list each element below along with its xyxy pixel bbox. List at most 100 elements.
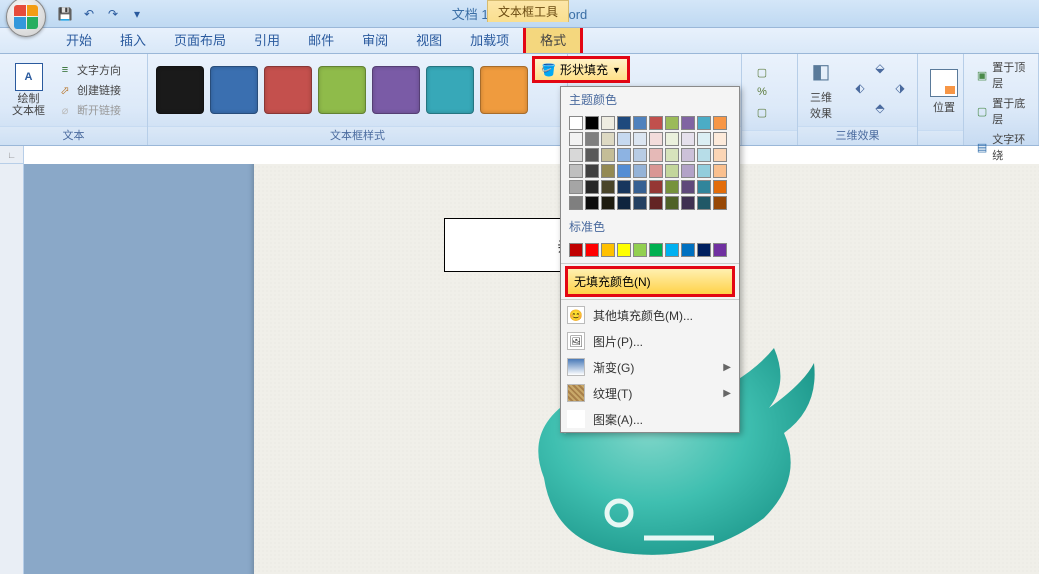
style-swatch[interactable] [426,66,474,114]
theme-color-swatch[interactable] [681,196,695,210]
theme-color-swatch[interactable] [585,116,599,130]
pattern-fill-item[interactable]: 图案(A)... [561,406,739,432]
theme-color-swatch[interactable] [617,180,631,194]
tilt-right-icon[interactable]: ⬗ [891,81,909,99]
save-icon[interactable]: 💾 [56,5,74,23]
theme-color-swatch[interactable] [601,164,615,178]
theme-color-swatch[interactable] [617,196,631,210]
theme-color-swatch[interactable] [601,180,615,194]
standard-color-swatch[interactable] [697,243,711,257]
3d-tilt-pad[interactable]: ⬙ ⬖ ⬗ ⬘ [851,61,909,119]
theme-color-swatch[interactable] [633,116,647,130]
standard-color-swatch[interactable] [569,243,583,257]
theme-color-swatch[interactable] [665,180,679,194]
tab-home[interactable]: 开始 [52,26,106,53]
theme-color-swatch[interactable] [585,148,599,162]
theme-color-swatch[interactable] [697,180,711,194]
position-button[interactable]: 位置 [926,69,962,115]
theme-color-swatch[interactable] [601,132,615,146]
standard-color-swatch[interactable] [681,243,695,257]
style-swatch[interactable] [156,66,204,114]
theme-color-swatch[interactable] [697,132,711,146]
theme-color-swatch[interactable] [665,116,679,130]
more-colors-item[interactable]: 😊 其他填充颜色(M)... [561,302,739,328]
theme-color-swatch[interactable] [617,132,631,146]
send-back-button[interactable]: ▢置于底层 [972,94,1030,128]
tab-format[interactable]: 格式 [523,25,583,53]
standard-color-swatch[interactable] [649,243,663,257]
redo-icon[interactable]: ↷ [104,5,122,23]
tab-references[interactable]: 引用 [240,26,294,53]
tab-view[interactable]: 视图 [402,26,456,53]
bring-front-button[interactable]: ▣置于顶层 [972,58,1030,92]
theme-color-swatch[interactable] [713,180,727,194]
theme-color-swatch[interactable] [649,196,663,210]
theme-color-swatch[interactable] [601,148,615,162]
tilt-up-icon[interactable]: ⬙ [871,61,889,79]
shadow-up-button[interactable]: ▢ [750,63,774,81]
undo-icon[interactable]: ↶ [80,5,98,23]
style-swatch[interactable] [372,66,420,114]
standard-color-swatch[interactable] [633,243,647,257]
standard-color-swatch[interactable] [601,243,615,257]
theme-color-swatch[interactable] [569,196,583,210]
shape-fill-button[interactable]: 🪣 形状填充 ▼ [532,56,630,83]
vertical-ruler[interactable] [0,164,24,574]
qat-dropdown-icon[interactable]: ▾ [128,5,146,23]
gradient-fill-item[interactable]: 渐变(G) ▶ [561,354,739,380]
theme-color-swatch[interactable] [713,148,727,162]
theme-color-swatch[interactable] [649,148,663,162]
theme-color-swatch[interactable] [569,132,583,146]
tilt-left-icon[interactable]: ⬖ [851,81,869,99]
theme-color-swatch[interactable] [649,180,663,194]
theme-color-swatch[interactable] [585,196,599,210]
standard-color-swatch[interactable] [617,243,631,257]
tab-insert[interactable]: 插入 [106,26,160,53]
text-direction-button[interactable]: ≡文字方向 [53,61,125,79]
theme-color-swatch[interactable] [649,132,663,146]
3d-effect-button[interactable]: ◧ 三维效果 [806,59,845,121]
theme-color-swatch[interactable] [601,196,615,210]
theme-color-swatch[interactable] [569,164,583,178]
shadow-mid-button[interactable]: % [750,83,774,101]
standard-color-swatch[interactable] [713,243,727,257]
theme-color-swatch[interactable] [697,164,711,178]
theme-color-swatch[interactable] [585,132,599,146]
theme-color-swatch[interactable] [585,180,599,194]
create-link-button[interactable]: ⬀创建链接 [53,81,125,99]
theme-color-swatch[interactable] [569,180,583,194]
tab-mailings[interactable]: 邮件 [294,26,348,53]
theme-color-swatch[interactable] [713,116,727,130]
style-swatch[interactable] [318,66,366,114]
tilt-down-icon[interactable]: ⬘ [871,101,889,119]
theme-color-swatch[interactable] [713,164,727,178]
theme-color-swatch[interactable] [697,148,711,162]
theme-color-swatch[interactable] [665,132,679,146]
theme-color-swatch[interactable] [649,116,663,130]
theme-color-swatch[interactable] [697,196,711,210]
theme-color-swatch[interactable] [569,116,583,130]
style-swatch[interactable] [264,66,312,114]
theme-color-swatch[interactable] [585,164,599,178]
theme-color-swatch[interactable] [681,180,695,194]
theme-color-swatch[interactable] [617,116,631,130]
no-fill-item[interactable]: 无填充颜色(N) [565,266,735,297]
theme-color-swatch[interactable] [633,164,647,178]
style-swatch[interactable] [480,66,528,114]
theme-color-swatch[interactable] [617,148,631,162]
theme-color-swatch[interactable] [617,164,631,178]
theme-color-swatch[interactable] [633,132,647,146]
shadow-down-button[interactable]: ▢ [750,103,774,121]
office-button[interactable] [6,0,46,37]
theme-color-swatch[interactable] [665,148,679,162]
theme-color-swatch[interactable] [681,116,695,130]
texture-fill-item[interactable]: 纹理(T) ▶ [561,380,739,406]
tab-review[interactable]: 审阅 [348,26,402,53]
break-link-button[interactable]: ⌀断开链接 [53,101,125,119]
page-area[interactable]: 亲子沙龙 [24,164,1039,574]
style-swatch[interactable] [210,66,258,114]
theme-color-swatch[interactable] [681,132,695,146]
standard-color-swatch[interactable] [665,243,679,257]
theme-color-swatch[interactable] [601,116,615,130]
picture-fill-item[interactable]: 🖼 图片(P)... [561,328,739,354]
